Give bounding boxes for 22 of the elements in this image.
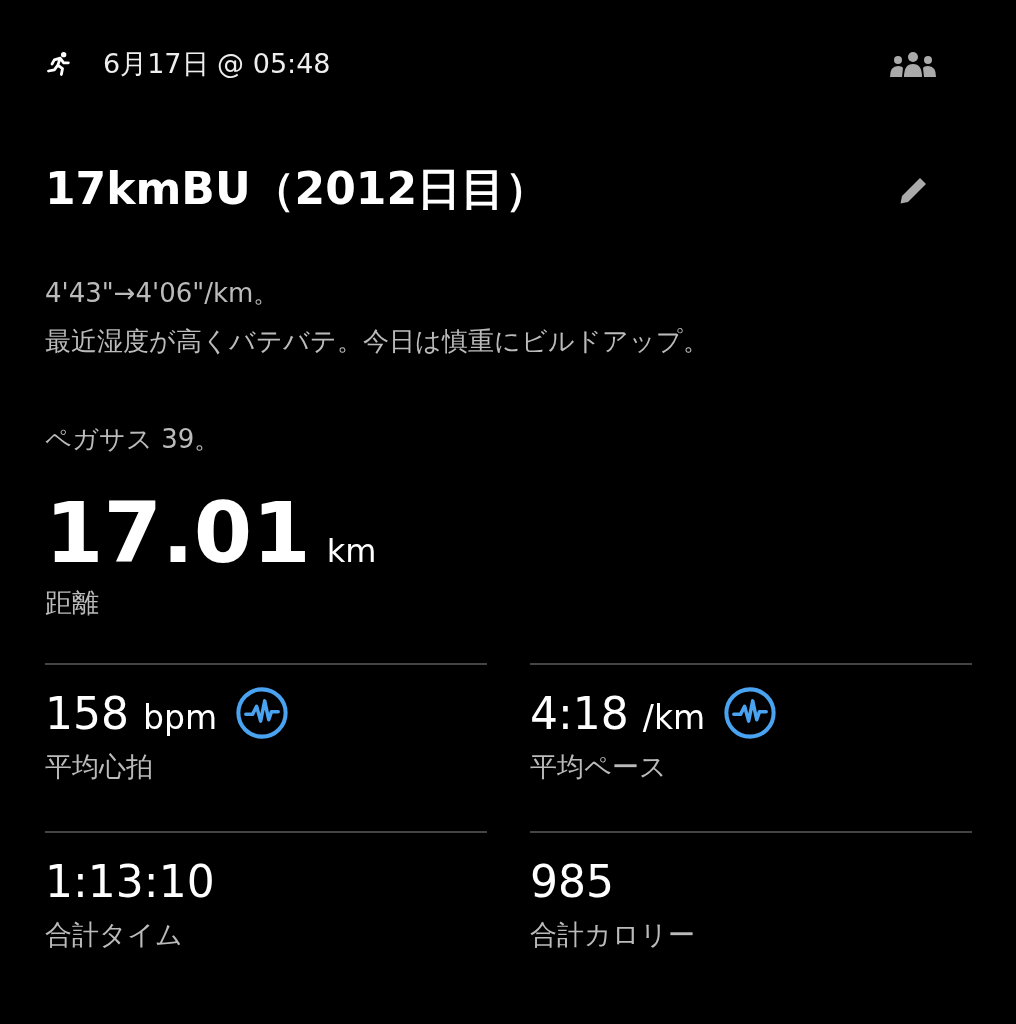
group-icon[interactable]	[888, 51, 938, 77]
stat-unit: /km	[642, 697, 706, 737]
distance-label: 距離	[45, 586, 100, 620]
distance-unit: km	[326, 532, 377, 570]
pulse-chart-icon[interactable]	[723, 686, 778, 740]
stat-value: 985	[530, 855, 614, 907]
stat-label: 合計タイム	[45, 918, 183, 952]
description-text: 最近湿度が高くバテバテ。今日は慎重にビルドアップ。	[45, 325, 709, 358]
activity-title: 17kmBU（2012日目）	[45, 162, 550, 216]
pulse-chart-icon[interactable]	[235, 686, 290, 740]
stat-value: 1:13:10	[45, 855, 215, 907]
description-text: 4'43"→4'06"/km。	[45, 277, 280, 310]
distance-value: 17.01	[45, 483, 311, 583]
stat-value: 158	[45, 687, 129, 739]
stat-label: 平均心拍	[45, 750, 153, 784]
activity-datetime: 6月17日 @ 05:48	[103, 47, 331, 81]
stat-unit: bpm	[143, 697, 218, 737]
description-text: ペガサス 39。	[45, 423, 221, 456]
runner-icon	[45, 50, 73, 78]
stat-label: 平均ペース	[530, 750, 667, 784]
stat-label: 合計カロリー	[530, 918, 695, 952]
stat-value: 4:18	[530, 687, 629, 739]
